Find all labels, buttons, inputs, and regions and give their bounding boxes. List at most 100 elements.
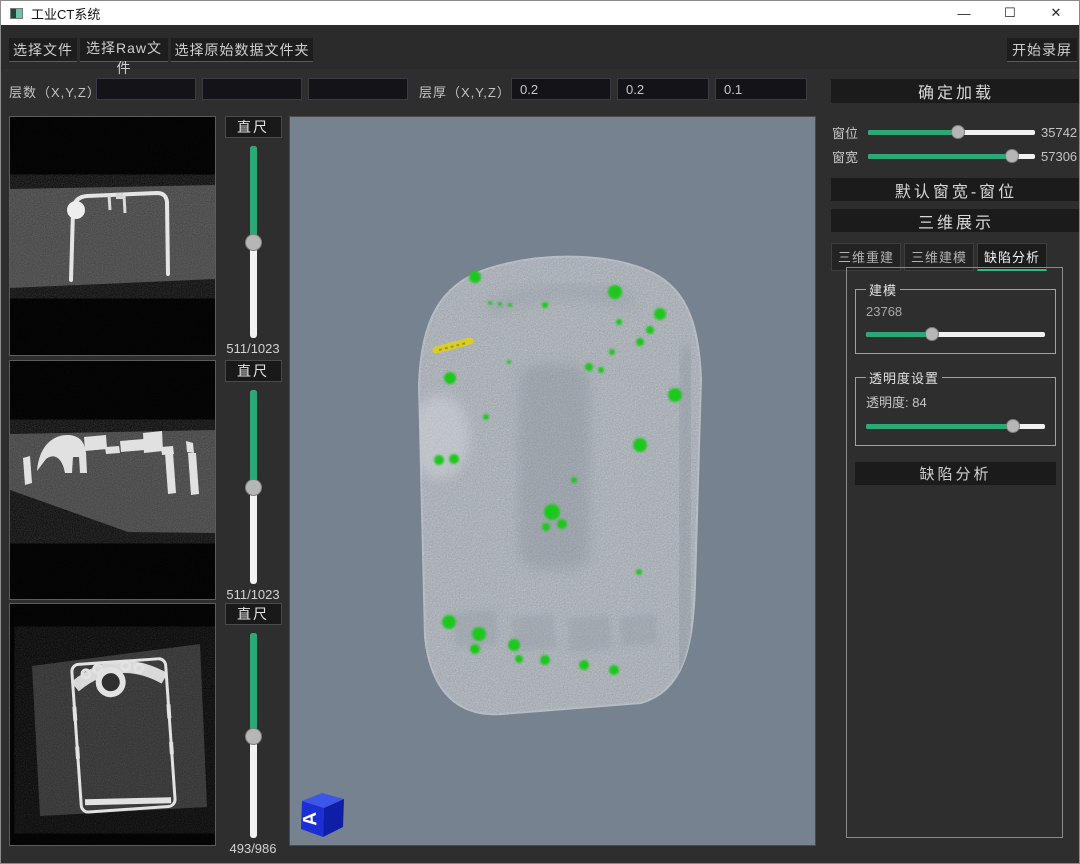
defect-spot xyxy=(544,504,560,520)
orientation-cube[interactable]: A xyxy=(300,793,344,837)
slider-fill xyxy=(868,154,1012,159)
slider-fill xyxy=(866,332,932,337)
slice-controls-3: 直尺 493/986 xyxy=(220,603,286,857)
app-window: 工业CT系统 — ☐ ✕ 选择文件 选择Raw文件 选择原始数据文件夹 开始录屏… xyxy=(0,0,1080,864)
defect-spot xyxy=(633,438,647,452)
layers-y-input[interactable] xyxy=(202,78,302,100)
app-icon xyxy=(10,8,23,19)
defect-spot xyxy=(616,319,622,325)
confirm-load-button[interactable]: 确定加载 xyxy=(831,79,1080,103)
transparency-legend: 透明度设置 xyxy=(866,368,942,387)
slice-view-3[interactable] xyxy=(9,603,216,846)
defect-spot xyxy=(449,454,459,464)
modeling-group: 建模 23768 xyxy=(855,280,1056,354)
orientation-cube-label: A xyxy=(300,811,322,826)
slider-thumb[interactable] xyxy=(245,234,262,251)
layers-label: 层数（X,Y,Z） xyxy=(9,82,101,101)
window-level-label: 窗位 xyxy=(832,123,866,142)
3d-display-button[interactable]: 三维展示 xyxy=(831,209,1080,232)
layers-z-input[interactable] xyxy=(308,78,408,100)
slice-position-3: 493/986 xyxy=(230,841,277,857)
titlebar: 工业CT系统 — ☐ ✕ xyxy=(1,1,1079,25)
layers-x-input[interactable] xyxy=(96,78,196,100)
defect-spot xyxy=(472,627,486,641)
slider-thumb[interactable] xyxy=(245,728,262,745)
defect-spot xyxy=(654,308,666,320)
ruler-button-1[interactable]: 直尺 xyxy=(225,116,282,138)
defect-spot xyxy=(444,372,456,384)
thickness-x-input[interactable] xyxy=(511,78,611,100)
slider-thumb[interactable] xyxy=(925,327,939,341)
slider-thumb[interactable] xyxy=(1006,419,1020,433)
slice-image-1 xyxy=(10,117,215,355)
ruler-button-2[interactable]: 直尺 xyxy=(225,360,282,382)
modeling-slider[interactable] xyxy=(866,327,1045,341)
defect-spot xyxy=(636,338,644,346)
slider-fill xyxy=(250,390,257,487)
defect-analysis-button[interactable]: 缺陷分析 xyxy=(855,462,1056,485)
defect-spot xyxy=(508,639,520,651)
modeling-value: 23768 xyxy=(866,304,1045,319)
defect-spot xyxy=(469,271,481,283)
defect-spot xyxy=(508,303,512,307)
slider-fill xyxy=(866,424,1013,429)
minimize-button[interactable]: — xyxy=(941,1,987,25)
thickness-y-input[interactable] xyxy=(617,78,709,100)
defect-spot xyxy=(579,660,589,670)
window-level-row: 窗位 35742 xyxy=(832,124,1080,140)
slice-image-2 xyxy=(10,361,215,599)
defect-spot xyxy=(488,301,492,305)
defect-analysis-panel: 建模 23768 透明度设置 透明度: 84 缺陷分析 xyxy=(846,267,1063,838)
slice-slider-2[interactable] xyxy=(245,390,262,584)
defect-spot xyxy=(598,367,604,373)
select-raw-file-button[interactable]: 选择Raw文件 xyxy=(80,38,168,62)
select-raw-data-folder-button[interactable]: 选择原始数据文件夹 xyxy=(171,38,313,62)
slider-fill xyxy=(868,130,958,135)
defect-spot xyxy=(609,349,615,355)
transparency-group: 透明度设置 透明度: 84 xyxy=(855,368,1056,446)
window-controls: — ☐ ✕ xyxy=(941,1,1079,25)
3d-viewport[interactable]: A xyxy=(289,116,816,846)
slider-thumb[interactable] xyxy=(1005,149,1019,163)
ruler-button-3[interactable]: 直尺 xyxy=(225,603,282,625)
default-window-button[interactable]: 默认窗宽-窗位 xyxy=(831,178,1080,201)
window-width-value: 57306 xyxy=(1041,149,1080,164)
close-button[interactable]: ✕ xyxy=(1033,1,1079,25)
slice-slider-1[interactable] xyxy=(245,146,262,338)
window-width-row: 窗宽 57306 xyxy=(832,148,1080,164)
defect-spot xyxy=(498,302,502,306)
window-level-slider[interactable] xyxy=(868,125,1035,139)
defect-spot xyxy=(515,655,523,663)
slice-image-3 xyxy=(10,604,215,845)
defect-spot xyxy=(636,569,642,575)
window-level-value: 35742 xyxy=(1041,125,1080,140)
defect-spot xyxy=(609,665,619,675)
window-title: 工业CT系统 xyxy=(31,4,100,23)
start-recording-button[interactable]: 开始录屏 xyxy=(1007,38,1077,62)
defect-spot xyxy=(668,388,682,402)
3d-render: A xyxy=(290,117,815,845)
select-file-button[interactable]: 选择文件 xyxy=(9,38,77,62)
maximize-button[interactable]: ☐ xyxy=(987,1,1033,25)
window-width-slider[interactable] xyxy=(868,149,1035,163)
defect-spot xyxy=(585,363,593,371)
slice-view-1[interactable] xyxy=(9,116,216,356)
defect-spot xyxy=(507,360,511,364)
slider-fill xyxy=(250,146,257,242)
slider-thumb[interactable] xyxy=(245,479,262,496)
slider-thumb[interactable] xyxy=(951,125,965,139)
transparency-slider[interactable] xyxy=(866,419,1045,433)
defect-spot xyxy=(542,523,550,531)
defect-spot xyxy=(646,326,654,334)
slice-slider-3[interactable] xyxy=(245,633,262,838)
defect-spot xyxy=(608,285,622,299)
modeling-legend: 建模 xyxy=(866,280,900,299)
thickness-z-input[interactable] xyxy=(715,78,807,100)
slice-controls-1: 直尺 511/1023 xyxy=(220,116,286,357)
defect-spot xyxy=(434,455,444,465)
slider-fill xyxy=(250,633,257,736)
slice-view-2[interactable] xyxy=(9,360,216,600)
transparency-value: 透明度: 84 xyxy=(866,392,1045,411)
defect-spot xyxy=(470,644,480,654)
defect-spot xyxy=(542,302,548,308)
